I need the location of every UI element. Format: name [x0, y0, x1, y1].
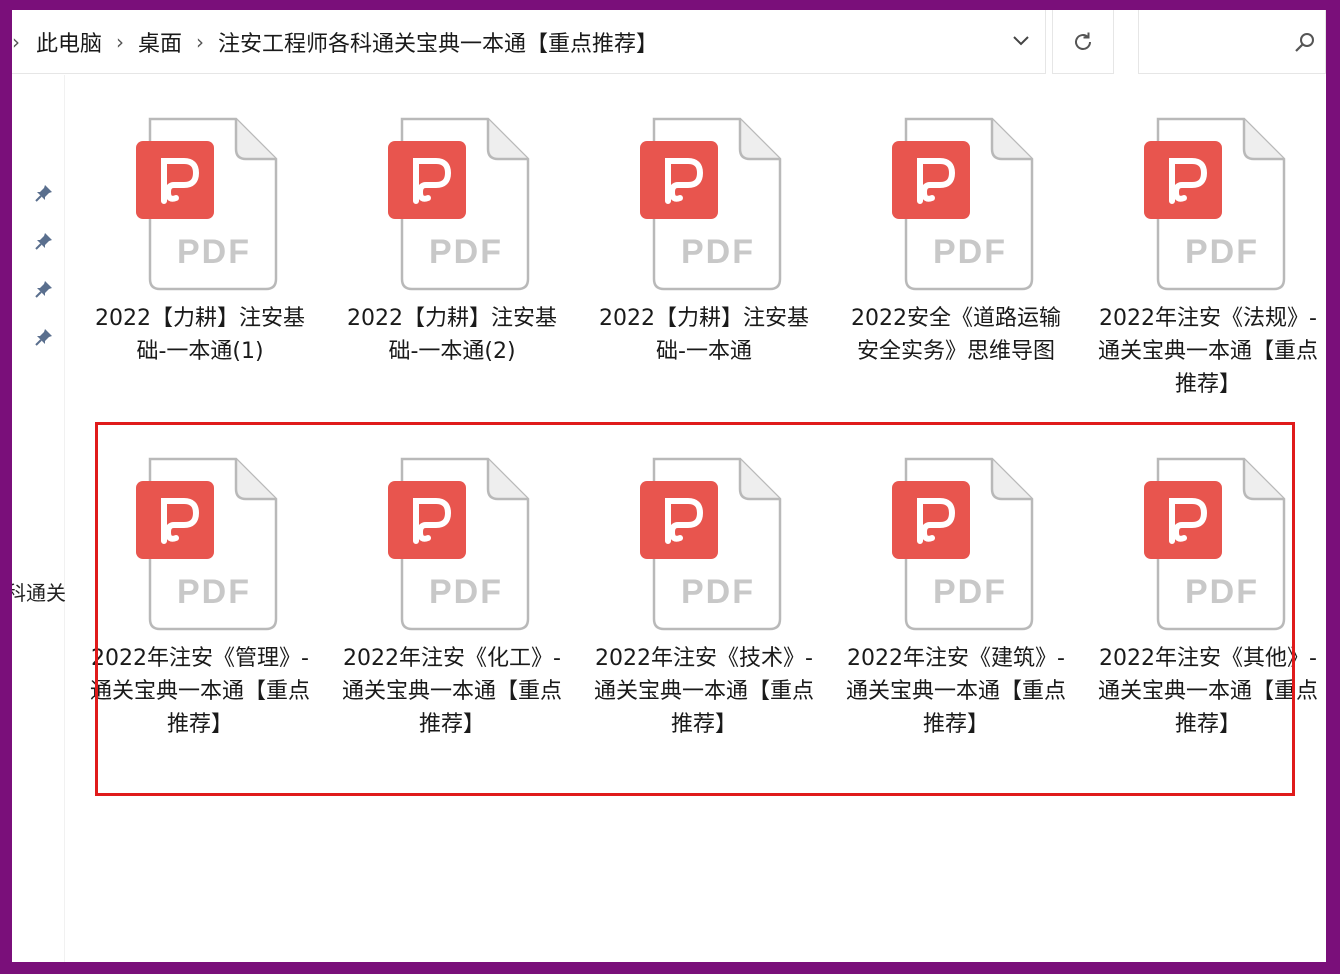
pdf-file-icon: PDF — [136, 457, 278, 631]
file-item[interactable]: PDF 2022年注安《化工》-通关宝典一本通【重点推荐】 — [342, 455, 562, 785]
pdf-file-icon: PDF — [388, 117, 530, 291]
chevron-right-icon: › — [12, 29, 20, 54]
file-item[interactable]: PDF 2022【力耕】注安基础-一本通(1) — [90, 115, 310, 445]
file-name[interactable]: 2022【力耕】注安基础-一本通(2) — [342, 302, 562, 368]
breadcrumb[interactable]: › 此电脑 › 桌面 › 注安工程师各科通关宝典一本通【重点推荐】 — [12, 10, 1046, 74]
pdf-label: PDF — [1185, 573, 1259, 611]
breadcrumb-current-folder[interactable]: 注安工程师各科通关宝典一本通【重点推荐】 — [218, 26, 658, 58]
search-box[interactable] — [1138, 10, 1326, 74]
nav-item-label[interactable]: 科通关 — [12, 577, 66, 606]
pin-icon[interactable] — [34, 279, 54, 299]
pdf-file-icon: PDF — [1144, 117, 1286, 291]
file-name[interactable]: 2022年注安《其他》-通关宝典一本通【重点推荐】 — [1098, 642, 1318, 741]
refresh-button[interactable] — [1052, 10, 1114, 74]
pdf-label: PDF — [681, 573, 755, 611]
pdf-label: PDF — [177, 233, 251, 271]
pdf-file-icon: PDF — [640, 117, 782, 291]
search-input[interactable] — [1145, 22, 1289, 60]
breadcrumb-desktop[interactable]: 桌面 — [138, 26, 182, 58]
pin-icon[interactable] — [34, 231, 54, 251]
pdf-label: PDF — [933, 573, 1007, 611]
chevron-right-icon[interactable]: › — [196, 30, 204, 54]
address-bar: › 此电脑 › 桌面 › 注安工程师各科通关宝典一本通【重点推荐】 — [12, 10, 1326, 74]
file-name[interactable]: 2022安全《道路运输安全实务》思维导图 — [846, 302, 1066, 368]
file-name[interactable]: 2022年注安《管理》-通关宝典一本通【重点推荐】 — [90, 642, 310, 741]
chevron-right-icon[interactable]: › — [116, 30, 124, 54]
pdf-label: PDF — [429, 233, 503, 271]
file-name[interactable]: 2022【力耕】注安基础-一本通 — [594, 302, 814, 368]
file-name[interactable]: 2022年注安《化工》-通关宝典一本通【重点推荐】 — [342, 642, 562, 741]
file-name[interactable]: 2022【力耕】注安基础-一本通(1) — [90, 302, 310, 368]
file-item[interactable]: PDF 2022安全《道路运输安全实务》思维导图 — [846, 115, 1066, 445]
navigation-pane: 科通关 — [12, 75, 66, 962]
pdf-file-icon: PDF — [892, 457, 1034, 631]
pdf-label: PDF — [681, 233, 755, 271]
file-item[interactable]: PDF 2022年注安《管理》-通关宝典一本通【重点推荐】 — [90, 455, 310, 785]
file-item[interactable]: PDF 2022【力耕】注安基础-一本通(2) — [342, 115, 562, 445]
file-name[interactable]: 2022年注安《法规》-通关宝典一本通【重点推荐】 — [1098, 302, 1318, 401]
pdf-file-icon: PDF — [1144, 457, 1286, 631]
pdf-file-icon: PDF — [640, 457, 782, 631]
pin-icon[interactable] — [34, 327, 54, 347]
pdf-file-icon: PDF — [388, 457, 530, 631]
pdf-label: PDF — [1185, 233, 1259, 271]
address-dropdown-button[interactable] — [1006, 26, 1036, 56]
file-item[interactable]: PDF 2022年注安《技术》-通关宝典一本通【重点推荐】 — [594, 455, 814, 785]
file-item[interactable]: PDF 2022年注安《建筑》-通关宝典一本通【重点推荐】 — [846, 455, 1066, 785]
file-name[interactable]: 2022年注安《技术》-通关宝典一本通【重点推荐】 — [594, 642, 814, 741]
pdf-label: PDF — [429, 573, 503, 611]
refresh-icon — [1075, 32, 1091, 50]
file-item[interactable]: PDF 2022年注安《法规》-通关宝典一本通【重点推荐】 — [1098, 115, 1318, 445]
search-icon[interactable] — [1293, 30, 1317, 54]
pin-icon[interactable] — [34, 183, 54, 203]
explorer-window: › 此电脑 › 桌面 › 注安工程师各科通关宝典一本通【重点推荐】 科通关 PD… — [12, 10, 1326, 962]
pdf-label: PDF — [933, 233, 1007, 271]
chevron-down-icon — [1013, 36, 1029, 46]
breadcrumb-this-pc[interactable]: 此电脑 — [36, 26, 102, 58]
pdf-label: PDF — [177, 573, 251, 611]
file-name[interactable]: 2022年注安《建筑》-通关宝典一本通【重点推荐】 — [846, 642, 1066, 741]
pdf-file-icon: PDF — [892, 117, 1034, 291]
pdf-file-icon: PDF — [136, 117, 278, 291]
file-item[interactable]: PDF 2022【力耕】注安基础-一本通 — [594, 115, 814, 445]
file-item[interactable]: PDF 2022年注安《其他》-通关宝典一本通【重点推荐】 — [1098, 455, 1318, 785]
